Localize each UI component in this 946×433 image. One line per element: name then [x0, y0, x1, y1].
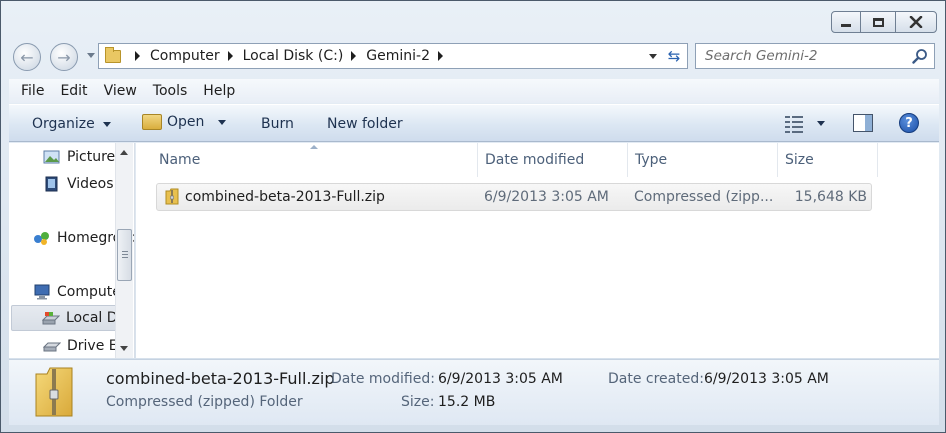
file-size: 15,648 KB — [794, 189, 867, 205]
menu-view[interactable]: View — [96, 83, 145, 99]
preview-pane-icon — [853, 114, 873, 132]
pictures-icon — [43, 150, 60, 164]
nav-scrollbar[interactable] — [115, 143, 133, 358]
details-date-modified-label: Date modified: — [331, 371, 435, 387]
details-pane: combined-beta-2013-Full.zip Compressed (… — [9, 359, 939, 425]
column-header-size[interactable]: Size — [777, 143, 878, 177]
nav-item-label: Drive E — [67, 338, 118, 354]
chevron-right-icon[interactable] — [351, 51, 357, 61]
scroll-thumb[interactable] — [117, 229, 132, 281]
search-box[interactable] — [695, 43, 935, 69]
change-view-button[interactable] — [785, 115, 825, 133]
details-file-type: Compressed (zipped) Folder — [106, 394, 303, 410]
local-disk-icon — [42, 312, 60, 325]
column-header-label: Size — [785, 152, 814, 168]
chevron-down-icon[interactable] — [218, 119, 227, 125]
details-view-icon — [785, 115, 803, 133]
details-file-name: combined-beta-2013-Full.zip — [106, 369, 335, 388]
column-header-type[interactable]: Type — [627, 143, 778, 177]
details-date-modified: 6/9/2013 3:05 AM — [438, 371, 563, 387]
details-size: 15.2 MB — [438, 394, 496, 410]
help-icon: ? — [899, 113, 919, 133]
nav-item-local-disk[interactable]: Local Disk (C:) — [11, 305, 119, 331]
open-folder-icon — [142, 114, 162, 130]
recent-pages-dropdown[interactable] — [87, 53, 95, 58]
column-header-label: Name — [159, 152, 201, 168]
burn-label: Burn — [261, 116, 294, 132]
new-folder-label: New folder — [327, 116, 403, 132]
details-date-created: 6/9/2013 3:05 AM — [704, 371, 829, 387]
column-header-date[interactable]: Date modified — [477, 143, 628, 177]
nav-item-label: Videos — [67, 176, 114, 192]
scroll-up-icon[interactable] — [120, 150, 128, 155]
file-name: combined-beta-2013-Full.zip — [185, 189, 385, 205]
new-folder-button[interactable]: New folder — [327, 116, 403, 132]
organize-label: Organize — [32, 116, 95, 132]
breadcrumb-computer[interactable]: Computer — [150, 48, 220, 64]
column-header-name[interactable]: Name — [151, 143, 478, 177]
chevron-right-icon[interactable] — [135, 51, 140, 61]
open-button[interactable]: Open — [142, 114, 227, 130]
menu-file[interactable]: File — [13, 83, 52, 99]
videos-icon — [45, 176, 58, 192]
search-input[interactable] — [705, 48, 905, 64]
close-button[interactable] — [895, 11, 937, 33]
maximize-icon — [872, 17, 884, 27]
chevron-right-icon[interactable] — [227, 51, 233, 61]
details-date-created-label: Date created: — [608, 371, 704, 387]
burn-button[interactable]: Burn — [261, 116, 294, 132]
command-bar: Organize Open Burn New folder ? — [9, 104, 939, 142]
back-button[interactable]: ← — [13, 43, 41, 71]
help-button[interactable]: ? — [899, 113, 919, 133]
menu-edit[interactable]: Edit — [52, 83, 95, 99]
open-label: Open — [167, 114, 205, 130]
file-list: Name Date modified Type Size combined-be… — [136, 143, 939, 358]
address-history-dropdown[interactable] — [649, 53, 657, 59]
file-type: Compressed (zipp... — [634, 189, 774, 205]
file-row[interactable]: combined-beta-2013-Full.zip 6/9/2013 3:0… — [156, 183, 872, 211]
drive-icon — [43, 342, 61, 352]
zip-folder-large-icon — [35, 367, 73, 417]
menu-bar: File Edit View Tools Help — [9, 79, 939, 103]
close-icon — [909, 16, 923, 28]
minimize-icon — [841, 23, 851, 27]
preview-pane-button[interactable] — [853, 114, 873, 132]
forward-arrow-icon: → — [57, 47, 71, 67]
menu-help[interactable]: Help — [195, 83, 243, 99]
homegroup-icon — [34, 232, 49, 245]
forward-button[interactable]: → — [50, 43, 78, 71]
details-size-label: Size: — [401, 394, 435, 410]
refresh-button[interactable]: ⇆ — [663, 46, 685, 66]
column-header-label: Type — [635, 152, 668, 168]
breadcrumb-gemini-2[interactable]: Gemini-2 — [366, 48, 430, 64]
maximize-button[interactable] — [860, 11, 896, 33]
breadcrumb-local-disk[interactable]: Local Disk (C:) — [243, 48, 344, 64]
zip-folder-icon — [165, 188, 179, 205]
computer-icon — [34, 284, 50, 300]
chevron-down-icon — [102, 121, 111, 127]
folder-icon — [105, 46, 121, 63]
organize-button[interactable]: Organize — [32, 116, 111, 132]
explorer-window: ← → Computer Local Disk (C:) Gemini-2 ⇆ … — [0, 0, 946, 433]
refresh-icon: ⇆ — [667, 47, 681, 65]
address-bar[interactable]: Computer Local Disk (C:) Gemini-2 ⇆ — [98, 43, 688, 69]
scroll-down-icon[interactable] — [120, 346, 128, 351]
back-arrow-icon: ← — [20, 47, 34, 67]
chevron-down-icon[interactable] — [817, 120, 825, 126]
chevron-right-icon[interactable] — [438, 51, 444, 61]
caption-buttons — [831, 11, 937, 33]
column-header-label: Date modified — [485, 152, 585, 168]
nav-item-label: Local Disk (C:) — [66, 310, 118, 326]
file-date: 6/9/2013 3:05 AM — [484, 189, 609, 205]
menu-tools[interactable]: Tools — [145, 83, 196, 99]
search-icon[interactable] — [912, 48, 928, 64]
minimize-button[interactable] — [831, 11, 861, 33]
